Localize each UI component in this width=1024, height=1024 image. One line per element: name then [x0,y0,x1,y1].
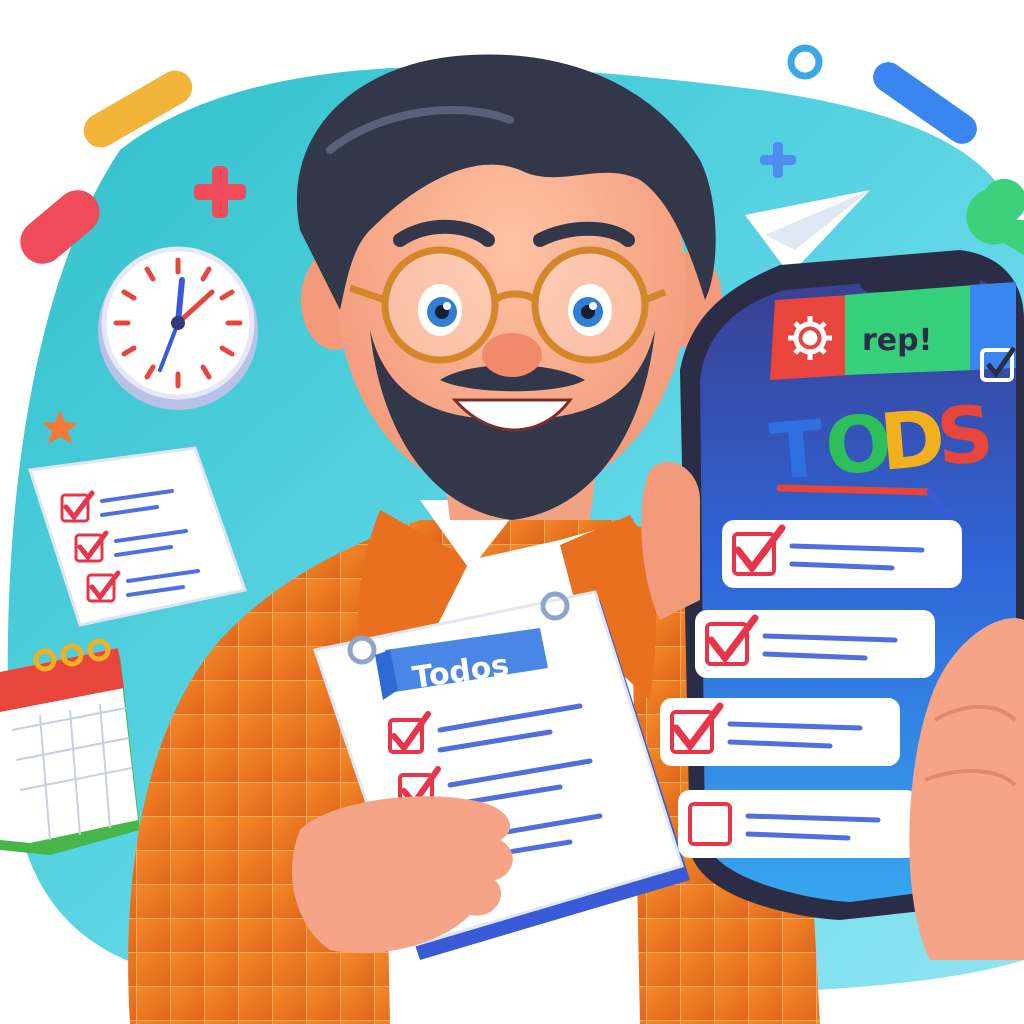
title-letter-4: S [933,389,997,484]
tab-rep-label: rep! [862,323,932,358]
checkbox-icon [688,802,732,846]
title-letter-1: T [767,404,828,498]
calendar-icon [0,638,140,855]
phone-todo-item [722,520,962,588]
phone-todo-item [660,698,900,766]
phone-todo-item [695,610,935,678]
phone-todo-item [678,790,918,858]
illustration-scene: Todos rep! T O D S [0,0,1024,1024]
clock-icon [98,246,258,410]
